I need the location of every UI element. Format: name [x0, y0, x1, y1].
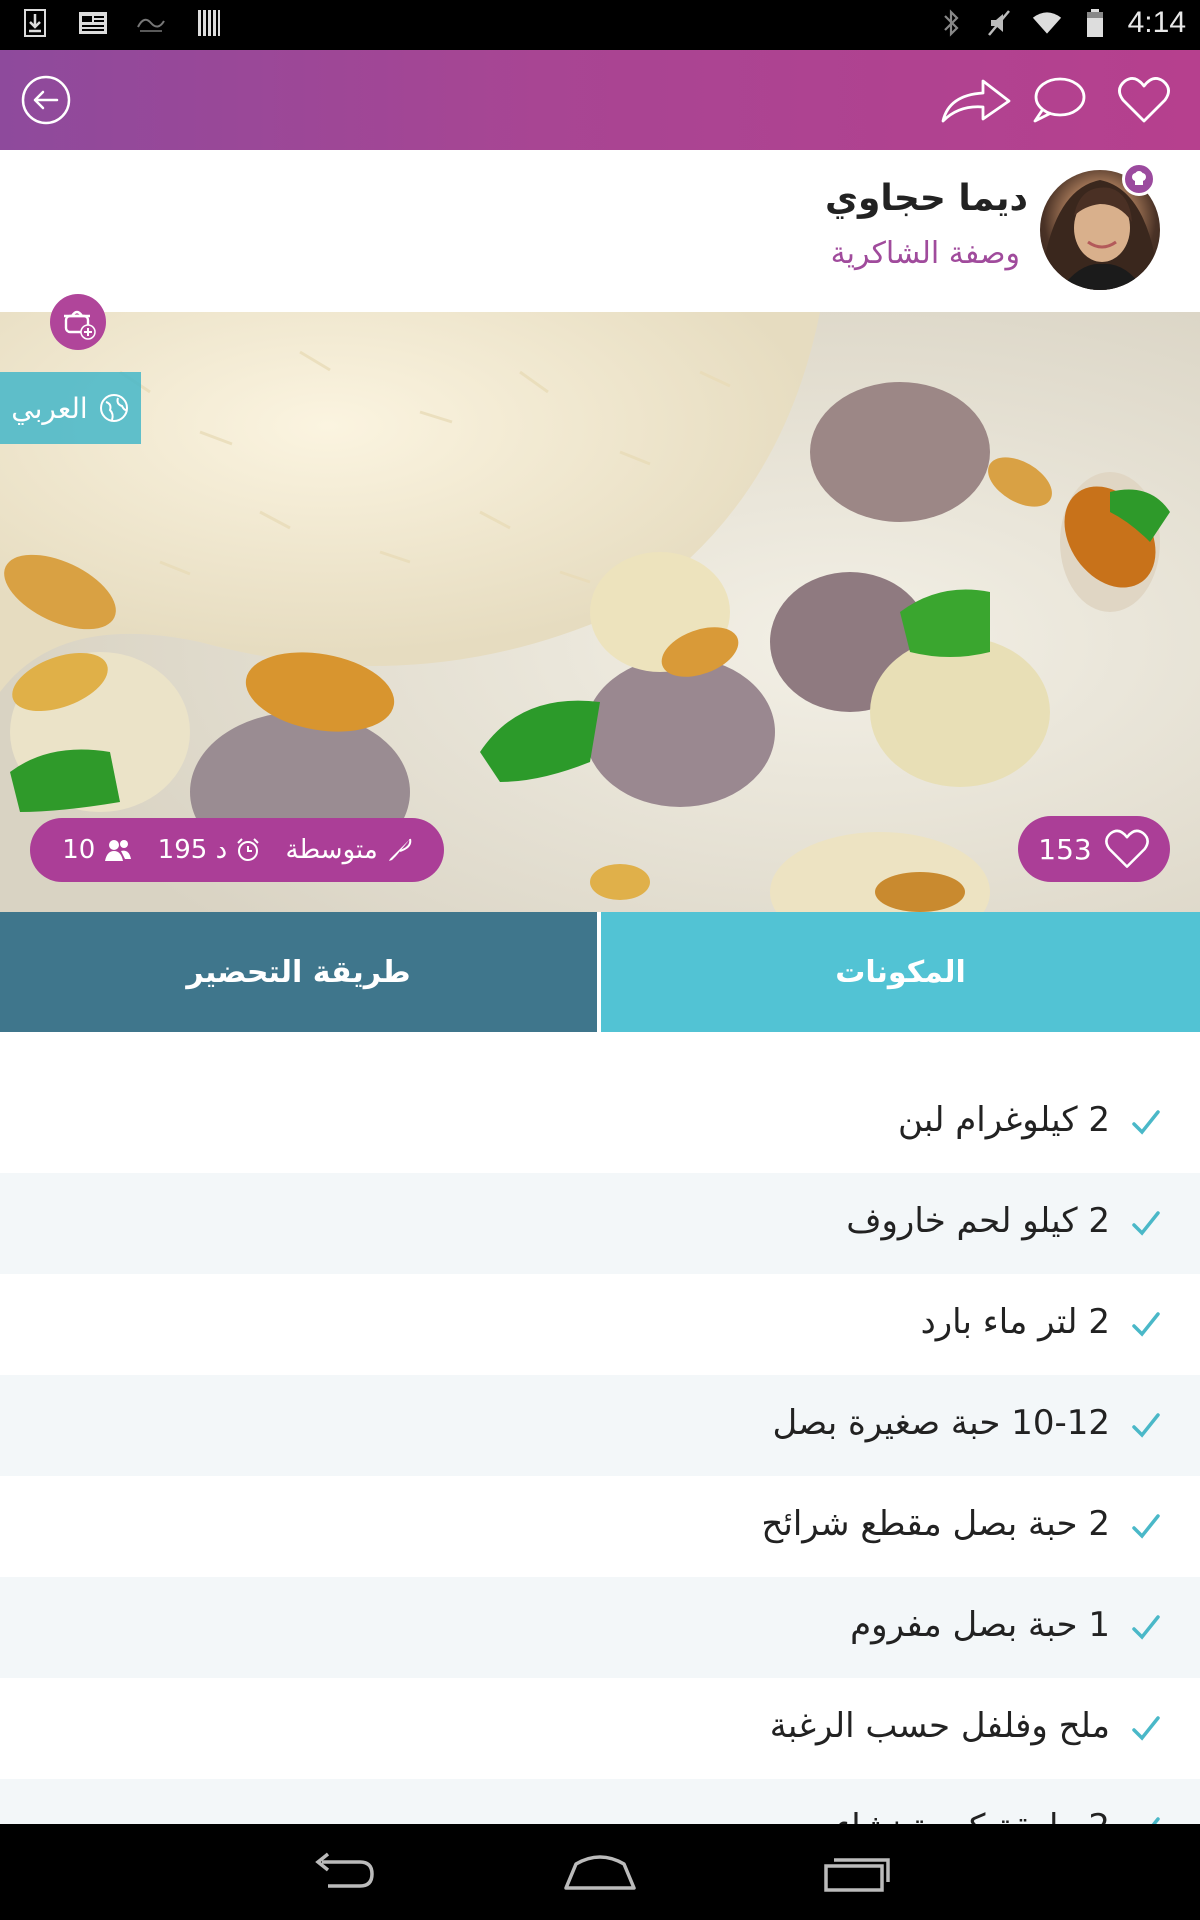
- language-tag[interactable]: العربي: [0, 372, 141, 444]
- heart-outline-icon: [1104, 829, 1149, 868]
- ingredient-text: 2 لتر ماء بارد: [920, 1302, 1110, 1342]
- people-icon: [105, 840, 132, 861]
- list-item: 2 حبة بصل مقطع شرائح: [0, 1476, 1200, 1577]
- ingredient-text: 2 حبة بصل مقطع شرائح: [761, 1504, 1110, 1544]
- globe-icon: [99, 394, 128, 422]
- list-item: 10-12 حبة صغيرة بصل: [0, 1375, 1200, 1476]
- check-icon: [1132, 1312, 1160, 1337]
- status-bar: 4:14: [0, 0, 1200, 50]
- app-bar: [0, 50, 1200, 150]
- servings: 10: [62, 835, 133, 865]
- news-icon: [78, 8, 108, 38]
- list-item: 2 لتر ماء بارد: [0, 1274, 1200, 1375]
- comment-icon: [1033, 77, 1086, 123]
- check-icon: [1132, 1716, 1160, 1741]
- ingredient-text: 2 كيلو لحم خاروف: [846, 1201, 1110, 1241]
- add-to-pot-button[interactable]: [50, 294, 106, 350]
- nav-home-icon: [564, 1855, 636, 1890]
- ingredient-text: 2 ملعقة كبيرة نشاء: [835, 1807, 1110, 1824]
- heart-icon: [1118, 77, 1170, 123]
- language-label: العربي: [11, 391, 88, 425]
- knife-icon: [388, 838, 412, 861]
- likes-pill[interactable]: 153: [1018, 816, 1170, 882]
- check-icon: [1132, 1413, 1160, 1438]
- check-icon: [1132, 1110, 1160, 1135]
- ingredient-text: 2 كيلوغرام لبن: [897, 1100, 1110, 1140]
- back-arrow-icon: [21, 75, 71, 125]
- system-nav-bar: [0, 1824, 1200, 1920]
- ingredient-text: 1 حبة بصل مفروم: [850, 1605, 1110, 1645]
- nav-home-button[interactable]: [560, 1844, 640, 1900]
- difficulty-value: متوسطة: [285, 835, 378, 865]
- recipe-meta-pill: 10 195 د متوسطة: [30, 818, 444, 882]
- comment-button[interactable]: [1026, 68, 1090, 132]
- status-time: 4:14: [1127, 6, 1186, 39]
- mute-icon: [984, 8, 1014, 38]
- favorite-button[interactable]: [1112, 68, 1176, 132]
- app-icon: [136, 8, 166, 38]
- nav-recents-button[interactable]: [818, 1844, 898, 1900]
- author-header: ديما حجاوي وصفة الشاكرية: [0, 150, 1200, 312]
- chef-badge-icon: [1122, 162, 1156, 196]
- cook-time: 195 د: [158, 835, 261, 865]
- ingredient-text: ملح وفلفل حسب الرغبة: [769, 1706, 1110, 1746]
- wifi-icon: [1032, 8, 1062, 38]
- pot-plus-icon: [64, 310, 96, 340]
- back-button[interactable]: [14, 68, 78, 132]
- recipe-tabs: طريقة التحضير المكونات: [0, 912, 1200, 1032]
- share-button[interactable]: [936, 68, 1016, 132]
- battery-icon: [1080, 8, 1110, 38]
- tab-method[interactable]: طريقة التحضير: [0, 912, 597, 1032]
- nav-recents-icon: [824, 1858, 890, 1892]
- author-name[interactable]: ديما حجاوي: [825, 178, 1028, 219]
- ingredient-text: 10-12 حبة صغيرة بصل: [772, 1403, 1110, 1443]
- nav-back-button[interactable]: [303, 1844, 383, 1900]
- barcode-icon: [194, 8, 224, 38]
- list-item: 2 كيلوغرام لبن: [0, 1072, 1200, 1173]
- difficulty: متوسطة: [286, 835, 412, 865]
- list-item: 2 كيلو لحم خاروف: [0, 1173, 1200, 1274]
- cook-time-value: 195 د: [157, 835, 228, 865]
- check-icon: [1132, 1211, 1160, 1236]
- list-item: ملح وفلفل حسب الرغبة: [0, 1678, 1200, 1779]
- servings-value: 10: [62, 835, 96, 865]
- check-icon: [1132, 1615, 1160, 1640]
- nav-back-icon: [315, 1852, 374, 1888]
- bluetooth-icon: [936, 8, 966, 38]
- ingredients-list: 2 كيلوغرام لبن 2 كيلو لحم خاروف 2 لتر ما…: [0, 1072, 1200, 1824]
- recipe-title: وصفة الشاكرية: [830, 236, 1020, 271]
- check-icon: [1151, 1817, 1160, 1824]
- check-icon: [1132, 1514, 1160, 1539]
- download-icon: [20, 8, 50, 38]
- list-item: 1 حبة بصل مفروم: [0, 1577, 1200, 1678]
- recipe-screen: 4:14 ديما حجاوي وصفة الشاكرية العربي 10 …: [0, 0, 1200, 1920]
- tab-ingredients[interactable]: المكونات: [601, 912, 1200, 1032]
- share-icon: [941, 79, 1011, 123]
- likes-count: 153: [1038, 832, 1092, 866]
- list-item: 2 ملعقة كبيرة نشاء: [0, 1779, 1200, 1824]
- alarm-clock-icon: [237, 838, 259, 861]
